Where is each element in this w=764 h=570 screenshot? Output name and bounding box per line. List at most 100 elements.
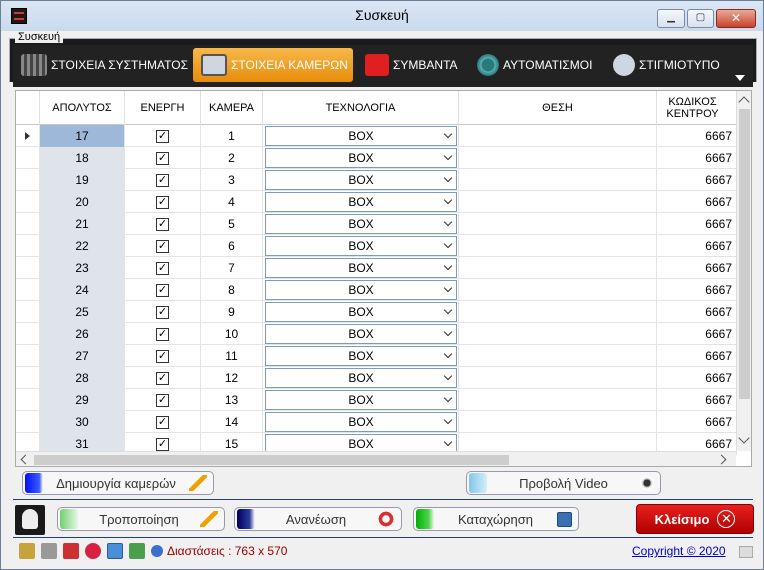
- cell-absolute[interactable]: 21: [40, 213, 125, 235]
- chevron-down-icon[interactable]: [735, 75, 745, 81]
- scroll-up-icon[interactable]: [738, 96, 750, 108]
- cameras-grid[interactable]: ΑΠΟΛΥΤΟΣ ΕΝΕΡΓΗ ΚΑΜΕΡΑ ΤΕΧΝΟΛΟΓΙΑ ΘΕΣΗ Κ…: [15, 90, 752, 467]
- active-checkbox[interactable]: ✓: [156, 305, 169, 319]
- table-row[interactable]: 22 ✓ 6 BOX 6667: [16, 235, 737, 257]
- cell-absolute[interactable]: 23: [40, 257, 125, 279]
- cell-center-code[interactable]: 6667: [657, 169, 737, 191]
- cell-active[interactable]: ✓: [125, 235, 201, 257]
- cell-center-code[interactable]: 6667: [657, 257, 737, 279]
- ghost-icon[interactable]: [15, 505, 45, 535]
- active-checkbox[interactable]: ✓: [156, 151, 169, 165]
- cell-absolute[interactable]: 27: [40, 345, 125, 367]
- technology-select[interactable]: BOX: [265, 346, 457, 366]
- tab-events[interactable]: ΣΥΜΒΑΝΤΑ: [357, 48, 465, 82]
- cell-center-code[interactable]: 6667: [657, 213, 737, 235]
- row-selector[interactable]: [16, 147, 40, 169]
- technology-select[interactable]: BOX: [265, 280, 457, 300]
- table-row[interactable]: 29 ✓ 13 BOX 6667: [16, 389, 737, 411]
- table-row[interactable]: 21 ✓ 5 BOX 6667: [16, 213, 737, 235]
- cell-absolute[interactable]: 26: [40, 323, 125, 345]
- active-checkbox[interactable]: ✓: [156, 261, 169, 275]
- technology-select[interactable]: BOX: [265, 236, 457, 256]
- row-selector[interactable]: [16, 235, 40, 257]
- technology-select[interactable]: BOX: [265, 170, 457, 190]
- cell-active[interactable]: ✓: [125, 389, 201, 411]
- row-selector[interactable]: [16, 213, 40, 235]
- cell-position[interactable]: [459, 367, 657, 389]
- cell-absolute[interactable]: 20: [40, 191, 125, 213]
- cell-center-code[interactable]: 6667: [657, 367, 737, 389]
- cell-position[interactable]: [459, 125, 657, 147]
- table-row[interactable]: 19 ✓ 3 BOX 6667: [16, 169, 737, 191]
- cell-absolute[interactable]: 25: [40, 301, 125, 323]
- heart-icon[interactable]: [85, 543, 101, 559]
- cell-active[interactable]: ✓: [125, 125, 201, 147]
- active-checkbox[interactable]: ✓: [156, 393, 169, 407]
- window-close-button[interactable]: ✕: [716, 9, 756, 28]
- row-selector[interactable]: [16, 125, 40, 147]
- cell-absolute[interactable]: 22: [40, 235, 125, 257]
- tab-system-info[interactable]: ΣΤΟΙΧΕΙΑ ΣΥΣΤΗΜΑΤΟΣ: [13, 48, 191, 82]
- horizontal-scroll-thumb[interactable]: [34, 455, 509, 465]
- cell-active[interactable]: ✓: [125, 257, 201, 279]
- cell-active[interactable]: ✓: [125, 191, 201, 213]
- row-selector[interactable]: [16, 301, 40, 323]
- vertical-scroll-thumb[interactable]: [739, 109, 750, 399]
- cell-active[interactable]: ✓: [125, 367, 201, 389]
- settings-icon[interactable]: [107, 543, 123, 559]
- cell-center-code[interactable]: 6667: [657, 389, 737, 411]
- cell-camera[interactable]: 14: [201, 411, 263, 433]
- technology-select[interactable]: BOX: [265, 302, 457, 322]
- cell-position[interactable]: [459, 345, 657, 367]
- cell-active[interactable]: ✓: [125, 147, 201, 169]
- technology-select[interactable]: BOX: [265, 148, 457, 168]
- cell-active[interactable]: ✓: [125, 411, 201, 433]
- active-checkbox[interactable]: ✓: [156, 371, 169, 385]
- cell-position[interactable]: [459, 191, 657, 213]
- cell-absolute[interactable]: 30: [40, 411, 125, 433]
- cell-camera[interactable]: 11: [201, 345, 263, 367]
- cell-camera[interactable]: 13: [201, 389, 263, 411]
- active-checkbox[interactable]: ✓: [156, 327, 169, 341]
- cell-center-code[interactable]: 6667: [657, 345, 737, 367]
- active-checkbox[interactable]: ✓: [156, 437, 169, 451]
- active-checkbox[interactable]: ✓: [156, 173, 169, 187]
- table-row[interactable]: 17 ✓ 1 BOX 6667: [16, 125, 737, 147]
- cell-center-code[interactable]: 6667: [657, 125, 737, 147]
- minimize-button[interactable]: ▁: [657, 9, 685, 28]
- title-bar[interactable]: Συσκευή ▁ ▢ ✕: [1, 1, 763, 31]
- cell-active[interactable]: ✓: [125, 169, 201, 191]
- close-button[interactable]: Κλείσιμο ✕: [636, 504, 754, 534]
- cell-camera[interactable]: 6: [201, 235, 263, 257]
- edit-button[interactable]: Τροποποίηση: [57, 507, 225, 531]
- cell-camera[interactable]: 7: [201, 257, 263, 279]
- cell-camera[interactable]: 8: [201, 279, 263, 301]
- cell-position[interactable]: [459, 213, 657, 235]
- cell-position[interactable]: [459, 235, 657, 257]
- cell-absolute[interactable]: 18: [40, 147, 125, 169]
- header-technology[interactable]: ΤΕΧΝΟΛΟΓΙΑ: [263, 91, 459, 125]
- row-selector[interactable]: [16, 345, 40, 367]
- cell-camera[interactable]: 3: [201, 169, 263, 191]
- active-checkbox[interactable]: ✓: [156, 129, 169, 143]
- table-row[interactable]: 20 ✓ 4 BOX 6667: [16, 191, 737, 213]
- cell-camera[interactable]: 9: [201, 301, 263, 323]
- header-center-code[interactable]: ΚΩΔΙΚΟΣ ΚΕΝΤΡΟΥ: [657, 91, 737, 125]
- row-selector[interactable]: [16, 191, 40, 213]
- active-checkbox[interactable]: ✓: [156, 283, 169, 297]
- scroll-right-icon[interactable]: [716, 454, 727, 465]
- row-selector[interactable]: [16, 169, 40, 191]
- cell-absolute[interactable]: 17: [40, 125, 125, 147]
- cell-active[interactable]: ✓: [125, 213, 201, 235]
- technology-select[interactable]: BOX: [265, 368, 457, 388]
- active-checkbox[interactable]: ✓: [156, 415, 169, 429]
- cell-camera[interactable]: 2: [201, 147, 263, 169]
- table-row[interactable]: 24 ✓ 8 BOX 6667: [16, 279, 737, 301]
- cell-active[interactable]: ✓: [125, 301, 201, 323]
- books-icon[interactable]: [129, 543, 145, 559]
- table-row[interactable]: 18 ✓ 2 BOX 6667: [16, 147, 737, 169]
- row-selector[interactable]: [16, 279, 40, 301]
- cell-center-code[interactable]: 6667: [657, 411, 737, 433]
- copyright-link[interactable]: Copyright © 2020: [632, 544, 726, 558]
- cell-active[interactable]: ✓: [125, 323, 201, 345]
